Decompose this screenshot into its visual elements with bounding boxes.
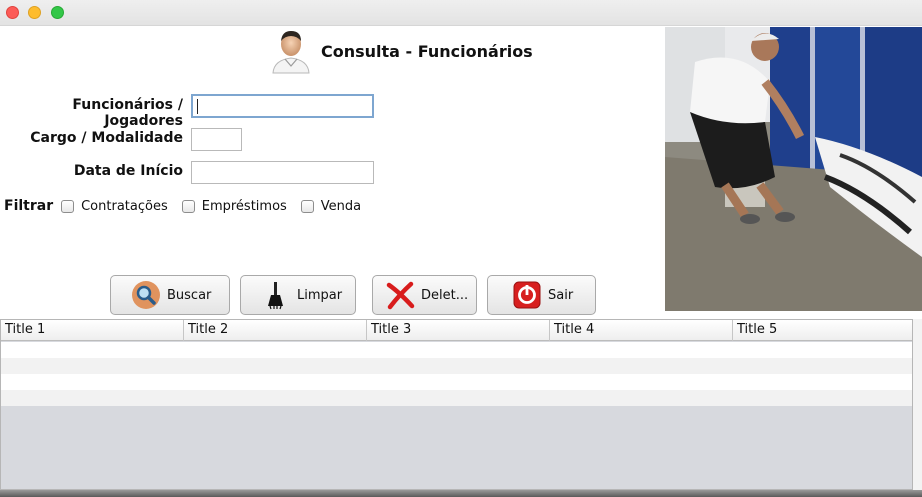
column-header[interactable]: Title 3 — [367, 320, 550, 341]
column-header[interactable]: Title 1 — [1, 320, 184, 341]
data-inicio-input[interactable] — [191, 161, 374, 184]
person-icon — [270, 27, 312, 75]
window-bottom-edge — [0, 490, 922, 497]
close-window-button[interactable] — [6, 6, 19, 19]
buscar-button-label: Buscar — [167, 287, 212, 303]
delete-x-icon — [385, 280, 415, 310]
search-icon — [131, 280, 161, 310]
page-title: Consulta - Funcionários — [321, 42, 533, 61]
filter-row: Filtrar Contratações Empréstimos Venda — [4, 197, 375, 215]
broom-icon — [261, 280, 291, 310]
checkbox-label: Empréstimos — [201, 198, 287, 214]
limpar-button[interactable]: Limpar — [240, 275, 356, 315]
checkbox-contratacoes[interactable]: Contratações — [61, 199, 168, 214]
table-row[interactable] — [1, 342, 912, 358]
checkbox-box[interactable] — [181, 199, 195, 213]
checkbox-box[interactable] — [61, 199, 75, 213]
header-photo — [665, 27, 922, 311]
column-header[interactable]: Title 5 — [733, 320, 912, 341]
sair-button[interactable]: Sair — [487, 275, 596, 315]
column-header[interactable]: Title 2 — [184, 320, 367, 341]
column-header[interactable]: Title 4 — [550, 320, 733, 341]
table-header: Title 1 Title 2 Title 3 Title 4 Title 5 — [1, 320, 912, 341]
buscar-button[interactable]: Buscar — [110, 275, 230, 315]
sair-button-label: Sair — [548, 287, 574, 303]
maximize-window-button[interactable] — [51, 6, 64, 19]
funcionarios-label: Funcionários / Jogadores — [72, 97, 183, 129]
cargo-input[interactable] — [191, 128, 242, 151]
deletar-button-label: Delet... — [421, 287, 469, 303]
checkbox-box[interactable] — [300, 199, 314, 213]
checkbox-emprestimos[interactable]: Empréstimos — [181, 198, 287, 214]
deletar-button[interactable]: Delet... — [372, 275, 477, 315]
cargo-label: Cargo / Modalidade — [30, 130, 183, 146]
table-row[interactable] — [1, 390, 912, 406]
vertical-scrollbar[interactable] — [913, 319, 922, 490]
checkbox-venda[interactable]: Venda — [300, 198, 362, 214]
table-row[interactable] — [1, 358, 912, 374]
window-titlebar — [0, 0, 922, 26]
table-row[interactable] — [1, 374, 912, 390]
funcionarios-input[interactable] — [191, 94, 374, 118]
filter-label: Filtrar — [4, 198, 54, 214]
results-table[interactable]: Title 1 Title 2 Title 3 Title 4 Title 5 — [0, 319, 913, 490]
data-inicio-label: Data de Início — [73, 163, 183, 179]
minimize-window-button[interactable] — [28, 6, 41, 19]
power-icon — [512, 280, 542, 310]
checkbox-label: Contratações — [81, 198, 168, 214]
text-caret — [197, 99, 198, 114]
checkbox-label: Venda — [320, 198, 362, 214]
limpar-button-label: Limpar — [297, 287, 343, 303]
